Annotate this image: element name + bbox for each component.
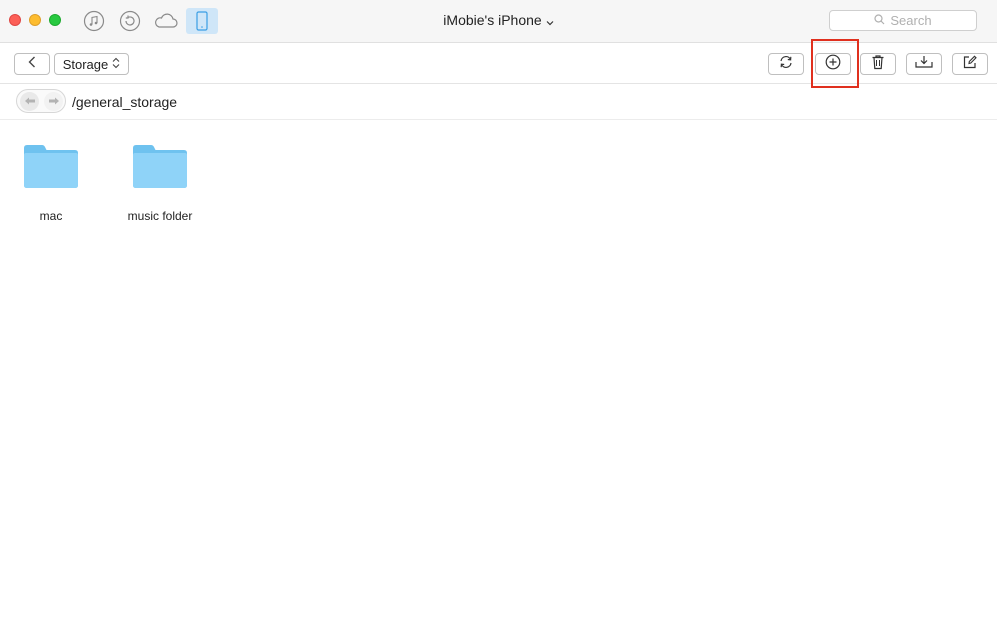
trash-icon xyxy=(871,54,885,75)
updown-chevron-icon xyxy=(112,57,120,72)
arrow-left-icon xyxy=(24,93,36,111)
device-title-label: iMobie's iPhone xyxy=(443,12,542,28)
chevron-left-icon xyxy=(28,55,36,73)
folder-item-mac[interactable]: mac xyxy=(1,143,101,223)
file-name: music folder xyxy=(127,209,193,223)
folder-item-music-folder[interactable]: music folder xyxy=(110,143,210,223)
delete-button[interactable] xyxy=(860,53,896,75)
export-to-computer-button[interactable] xyxy=(906,53,942,75)
search-input[interactable]: Search xyxy=(829,10,977,31)
edit-icon xyxy=(963,55,977,74)
path-bar: /general_storage xyxy=(0,84,997,120)
search-icon xyxy=(874,13,885,28)
category-select-label: Storage xyxy=(62,56,109,72)
file-name: mac xyxy=(39,209,63,223)
history-navigation xyxy=(16,89,66,113)
refresh-icon xyxy=(778,55,794,74)
edit-button[interactable] xyxy=(952,53,988,75)
back-button[interactable] xyxy=(14,53,50,75)
download-tray-icon xyxy=(914,55,934,74)
history-back-button[interactable] xyxy=(20,92,39,111)
history-forward-button[interactable] xyxy=(44,92,63,111)
title-bar: iMobie's iPhone Search xyxy=(0,0,997,43)
current-path: /general_storage xyxy=(72,94,178,110)
folder-icon xyxy=(23,143,79,189)
category-select[interactable]: Storage xyxy=(54,53,129,75)
folder-icon xyxy=(132,143,188,189)
refresh-button[interactable] xyxy=(768,53,804,75)
arrow-right-icon xyxy=(48,93,60,111)
search-placeholder: Search xyxy=(890,13,932,28)
add-button-highlight-box xyxy=(811,39,859,88)
chevron-down-icon xyxy=(546,13,554,29)
